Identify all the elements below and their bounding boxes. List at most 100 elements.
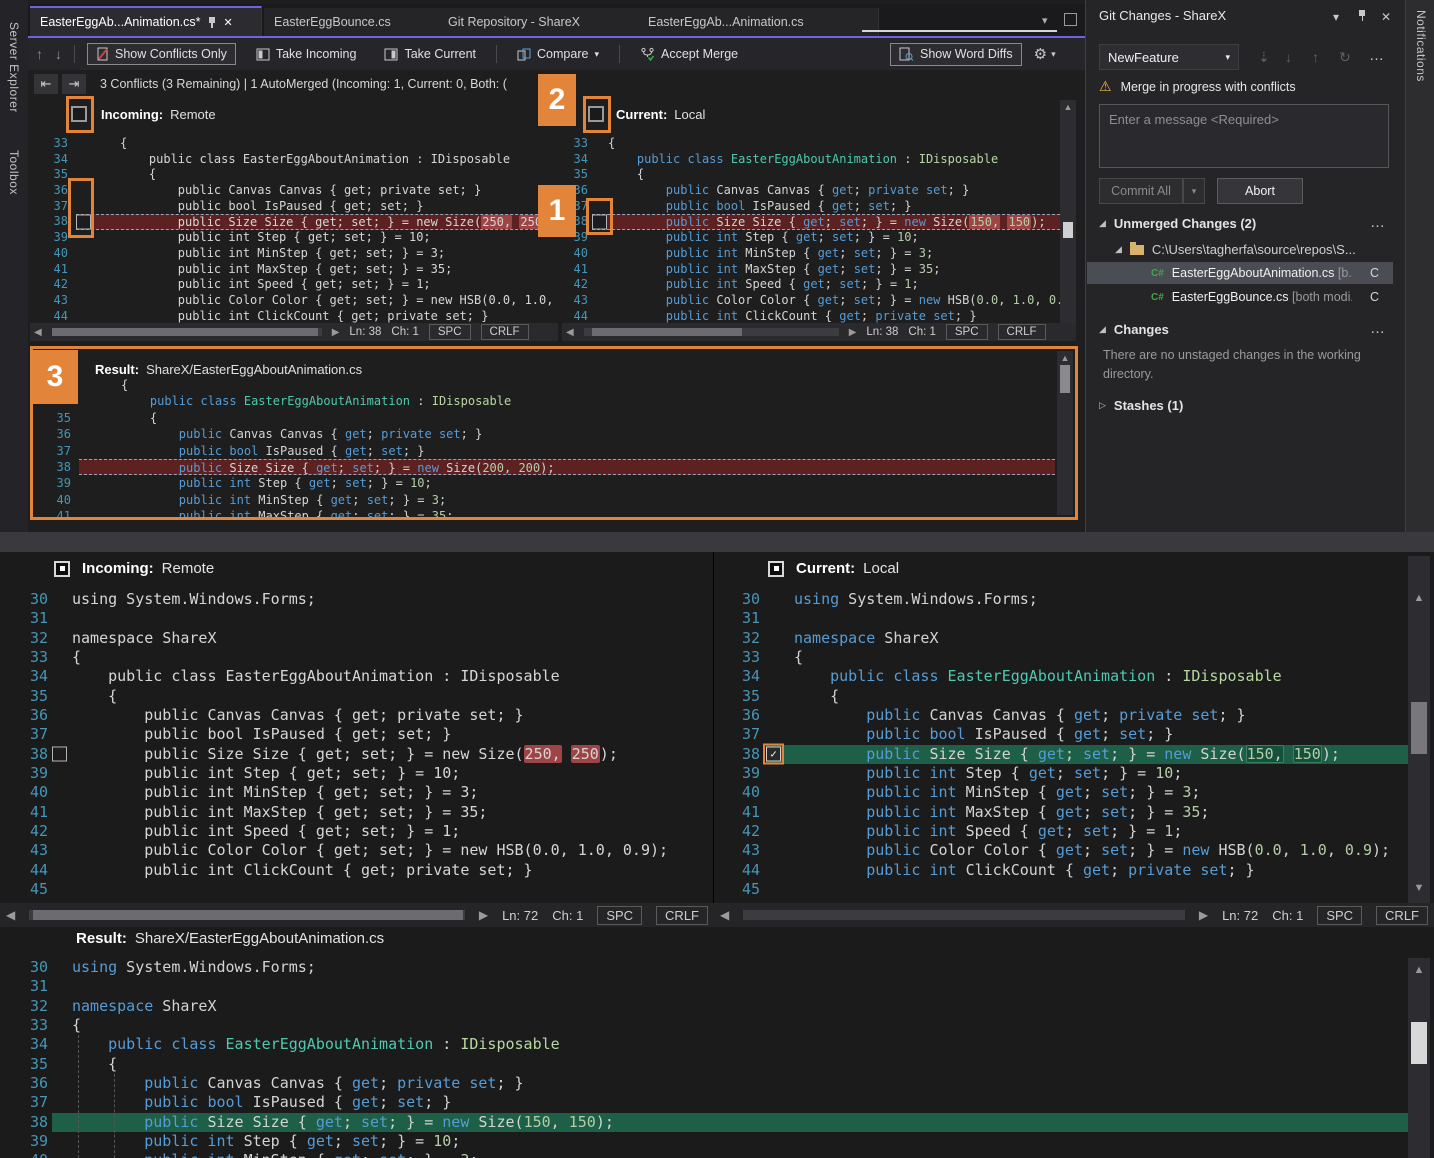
line-merge-checkbox[interactable]: ✓ — [766, 747, 781, 762]
unmerged-ellipsis-icon[interactable]: … — [1370, 214, 1385, 231]
result-code-pane[interactable]: 30using System.Windows.Forms;3132namespa… — [0, 958, 1408, 1158]
fetch-icon[interactable]: ⇣ — [1258, 49, 1270, 66]
code-line: 33{ — [0, 1016, 1408, 1035]
branch-selector[interactable]: NewFeature ▾ — [1099, 44, 1239, 70]
repo-folder-row[interactable]: ◢ C:\Users\tagherfa\source\repos\S... — [1115, 242, 1356, 257]
scroll-up-icon[interactable]: ▲ — [1060, 102, 1076, 112]
incoming-take-all-checkbox[interactable] — [54, 561, 70, 577]
file-name: EasterEggBounce.cs [both modi... — [1172, 290, 1352, 304]
spaces-toggle[interactable]: SPC — [946, 324, 988, 340]
scrollbar-thumb[interactable] — [1411, 1022, 1427, 1064]
line-number: 41 — [562, 262, 592, 278]
line-ending-toggle[interactable]: CRLF — [998, 324, 1046, 340]
current-code-pane[interactable]: 33{34 public class EasterEggAboutAnimati… — [562, 136, 1060, 323]
unmerged-file-row[interactable]: C# EasterEggBounce.cs [both modi... C — [1087, 286, 1393, 308]
scroll-right-icon[interactable]: ▶ — [849, 327, 857, 338]
spaces-toggle[interactable]: SPC — [429, 324, 471, 340]
show-word-diffs-button[interactable]: Show Word Diffs — [890, 43, 1022, 66]
compare-icon — [517, 48, 531, 61]
sidebar-item-notifications[interactable]: Notifications — [1414, 10, 1428, 82]
tab-easteregg-animation-active[interactable]: EasterEggAb...Animation.cs* ✕ — [30, 6, 262, 36]
scroll-left-icon[interactable]: ◀ — [720, 908, 729, 922]
tab-easteregg-animation[interactable]: EasterEggAb...Animation.cs — [638, 8, 879, 36]
gutter — [52, 861, 72, 880]
chevron-down-icon[interactable]: ▾ — [1333, 10, 1339, 24]
push-icon[interactable]: ↑ — [1312, 49, 1319, 65]
line-ending-toggle[interactable]: CRLF — [656, 906, 708, 925]
changes-ellipsis-icon[interactable]: … — [1370, 320, 1385, 337]
sync-icon[interactable]: ↻ — [1339, 49, 1351, 66]
incoming-code-pane[interactable]: 30using System.Windows.Forms;3132namespa… — [0, 590, 713, 903]
chevron-down-icon[interactable]: ▾ — [1051, 49, 1056, 60]
gear-icon[interactable]: ⚙ — [1034, 45, 1047, 63]
line-number: 41 — [0, 803, 52, 822]
scroll-right-icon[interactable]: ▶ — [1199, 908, 1208, 922]
scrollbar-thumb[interactable] — [1063, 222, 1073, 238]
stashes-header[interactable]: ▷ Stashes (1) — [1099, 398, 1183, 413]
sidebar-item-toolbox[interactable]: Toolbox — [7, 150, 21, 195]
scrollbar-thumb[interactable] — [592, 328, 742, 336]
scroll-up-icon[interactable]: ▲ — [1057, 353, 1073, 363]
code-line: 42 public int Speed { get; set; } = 1; — [714, 822, 1408, 841]
current-code-pane[interactable]: 30using System.Windows.Forms;3132namespa… — [714, 590, 1408, 903]
next-conflict-icon[interactable]: ↓ — [55, 46, 62, 62]
current-vertical-scrollbar[interactable]: ▲ ▼ — [1408, 556, 1430, 903]
code-line: 36 public Canvas Canvas { get; private s… — [562, 183, 1060, 199]
current-take-all-checkbox[interactable] — [768, 561, 784, 577]
scroll-down-icon[interactable]: ▼ — [1408, 882, 1430, 894]
spaces-toggle[interactable]: SPC — [597, 906, 642, 925]
scroll-up-icon[interactable]: ▲ — [1408, 964, 1430, 976]
commit-all-dropdown[interactable]: ▾ — [1183, 178, 1205, 204]
gutter — [52, 977, 72, 996]
unmerged-changes-header[interactable]: ◢ Unmerged Changes (2) — [1099, 216, 1256, 231]
commit-all-button[interactable]: Commit All — [1099, 178, 1183, 204]
scroll-left-icon[interactable]: ◀ — [6, 908, 15, 922]
take-incoming-button[interactable]: Take Incoming — [248, 44, 365, 64]
go-last-conflict-icon[interactable]: ⇥ — [62, 74, 86, 94]
pull-icon[interactable]: ↓ — [1285, 49, 1292, 65]
h-scrollbar[interactable] — [743, 910, 1185, 920]
scrollbar-thumb[interactable] — [1411, 702, 1427, 754]
changes-header[interactable]: ◢ Changes — [1099, 322, 1169, 337]
tab-git-repository[interactable]: Git Repository - ShareX — [438, 8, 657, 36]
sidebar-item-server-explorer[interactable]: Server Explorer — [7, 22, 21, 113]
scroll-right-icon[interactable]: ▶ — [479, 908, 488, 922]
spaces-toggle[interactable]: SPC — [1317, 906, 1362, 925]
incoming-code-pane[interactable]: 33{34 public class EasterEggAboutAnimati… — [30, 136, 558, 323]
pin-icon[interactable] — [1358, 10, 1367, 21]
document-dropdown-icon[interactable]: ▾ — [1042, 14, 1048, 27]
unmerged-file-row[interactable]: C# EasterEggAboutAnimation.cs [b... C — [1087, 262, 1393, 284]
pin-icon[interactable] — [208, 17, 217, 28]
compare-button[interactable]: Compare ▾ — [509, 44, 607, 64]
take-current-button[interactable]: Take Current — [376, 44, 484, 64]
line-ending-toggle[interactable]: CRLF — [1376, 906, 1428, 925]
line-merge-checkbox[interactable] — [52, 747, 67, 762]
result-code-pane[interactable]: { public class EasterEggAboutAnimation :… — [33, 377, 1055, 517]
result-vertical-scrollbar[interactable]: ▲ — [1408, 958, 1430, 1158]
scrollbar-thumb[interactable] — [1060, 365, 1070, 393]
accept-merge-button[interactable]: Accept Merge — [632, 44, 746, 64]
git-actions-ellipsis-icon[interactable]: … — [1369, 47, 1384, 64]
show-conflicts-only-button[interactable]: Show Conflicts Only — [87, 43, 236, 65]
tab-easteregg-bounce[interactable]: EasterEggBounce.cs — [264, 8, 457, 36]
scroll-left-icon[interactable]: ◀ — [34, 327, 42, 338]
scroll-right-icon[interactable]: ▶ — [332, 327, 340, 338]
result-vertical-scrollbar[interactable]: ▲ — [1057, 351, 1073, 515]
h-scrollbar[interactable] — [29, 910, 465, 920]
h-scrollbar[interactable] — [52, 328, 322, 336]
scrollbar-thumb[interactable] — [33, 910, 463, 920]
scroll-left-icon[interactable]: ◀ — [566, 327, 574, 338]
scroll-up-icon[interactable]: ▲ — [1408, 592, 1430, 604]
previous-conflict-icon[interactable]: ↑ — [36, 46, 43, 62]
line-number: 33 — [714, 648, 766, 667]
scrollbar-thumb[interactable] — [52, 328, 318, 336]
close-icon[interactable]: ✕ — [224, 16, 233, 29]
current-vertical-scrollbar[interactable]: ▲ — [1060, 100, 1076, 323]
abort-button[interactable]: Abort — [1217, 178, 1303, 204]
go-first-conflict-icon[interactable]: ⇤ — [34, 74, 58, 94]
window-layout-icon[interactable] — [1064, 13, 1077, 26]
commit-message-input[interactable] — [1100, 105, 1388, 167]
h-scrollbar[interactable] — [584, 328, 839, 336]
line-ending-toggle[interactable]: CRLF — [481, 324, 529, 340]
close-icon[interactable]: ✕ — [1381, 10, 1391, 24]
